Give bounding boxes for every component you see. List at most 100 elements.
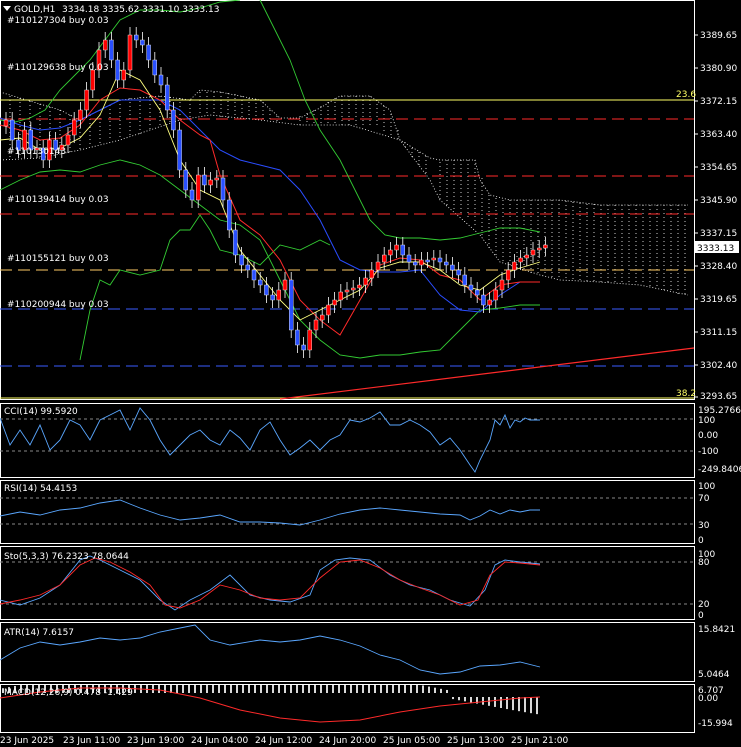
price-tick: 3293.65 [700,392,737,402]
candle-body [512,261,517,271]
candle-body [363,277,368,286]
rsi-pane: RSI(14) 54.4153 100 70 30 0 [0,482,715,546]
candle-body [499,279,505,291]
time-tick: 25 Jun 21:00 [511,736,568,746]
stoch-title: Sto(5,3,3) 76.2323 78.0644 [4,552,129,562]
order-labels: #110127304 buy 0.03 #110129638 buy 0.03 … [7,16,109,310]
rsi-tick: 70 [698,494,710,504]
candle-body [400,244,405,256]
cci-line [0,407,540,473]
candle-body [419,259,424,266]
candle-body [270,294,275,301]
price-tick: 3328.40 [700,262,737,272]
chart-header: GOLD,H1 3334.18 3335.62 3331.10 3333.13 [3,5,219,15]
candle-body [537,247,542,251]
cci-tick: 195.2766 [698,406,741,416]
candle-body [121,69,127,81]
candle-body [456,269,461,276]
stoch-tick: 0 [698,611,704,621]
price-tick: 3319.65 [700,295,737,305]
candle-body [450,264,455,271]
macd-tick: -15.994 [698,719,733,729]
price-tick: 3354.65 [700,163,737,173]
candle-body [518,257,523,263]
cci-tick: 0.00 [698,431,718,441]
candle-body [164,84,170,111]
candle-body [475,289,480,296]
rsi-tick: 30 [698,521,710,531]
symbol-dropdown-icon[interactable] [3,6,11,11]
price-tick: 3372.15 [700,97,737,107]
candle-body [481,294,486,306]
macd-pane: MACD(12,26,9) 0.478 -1.429 6.707 0.00 -1… [0,685,733,729]
candle-body [444,261,449,266]
candle-body [140,39,145,46]
candle-body [289,279,294,331]
order-label-6: #110200944 buy 0.03 [7,300,109,310]
candle-body [177,129,182,171]
macd-title: MACD(12,26,9) 0.478 -1.429 [4,688,133,698]
fib-bottom-label: 38.2 [676,389,696,399]
time-tick: 24 Jun 04:00 [191,736,248,746]
cci-title: CCI(14) 99.5920 [4,407,78,417]
order-label-1: #110127304 buy 0.03 [7,16,109,26]
candle-body [84,89,89,111]
candle-body [276,289,281,301]
candle-body [202,174,207,186]
time-tick: 23 Jun 2025 [0,736,54,746]
candle-body [332,299,337,306]
candle-body [239,254,244,266]
candle-body [301,344,306,351]
candle-body [357,284,362,289]
candle-body [258,279,263,286]
chart-canvas[interactable]: 23.6 38.2 #110127304 buy 0.03 #110129638… [0,0,741,747]
candle-body [158,74,164,86]
candle-body [406,254,412,263]
rsi-tick: 0 [698,536,704,546]
order-label-5: #110155121 buy 0.03 [7,254,109,264]
candle-body [127,34,133,71]
price-tick: 3389.65 [700,31,737,41]
price-tick: 3302.40 [700,361,737,371]
candle-body [425,259,430,263]
price-tick: 3345.90 [700,196,737,206]
price-tick: 3363.40 [700,130,737,140]
ichimoku-cloud [0,89,689,296]
candle-body [295,329,300,346]
candle-body [462,274,467,286]
candle-body [245,264,251,271]
price-tick: 3311.15 [700,328,737,338]
macd-tick: 0.00 [698,694,718,704]
candle-body [264,284,269,296]
chart-window: 23.6 38.2 #110127304 buy 0.03 #110129638… [0,0,741,747]
order-label-2: #110129638 buy 0.03 [7,63,109,73]
candle-body [487,299,492,306]
candle-body [214,177,220,181]
candle-body [307,329,312,351]
rsi-title: RSI(14) 54.4153 [4,484,77,494]
candle-body [282,279,288,291]
time-tick: 23 Jun 19:00 [127,736,184,746]
cci-tick: 100 [698,416,715,426]
candle-body [115,59,120,81]
candle-body [375,261,381,271]
ohlc-label: 3334.18 3335.62 3331.10 3333.13 [62,5,219,15]
time-tick: 24 Jun 12:00 [255,736,312,746]
candle-body [146,44,151,61]
candle-body [431,257,436,261]
cci-tick: -100 [698,447,719,457]
candle-body [189,189,195,201]
atr-tick: 15.8421 [698,625,735,635]
symbol-label: GOLD,H1 [14,5,55,15]
price-axis: 3389.65 3380.90 3372.15 3363.40 3354.65 … [694,31,739,402]
candle-body [437,257,443,263]
candle-body [524,254,529,259]
candle-body [220,177,226,201]
candle-body [394,244,399,251]
candle-body [152,59,158,76]
candle-body [320,314,325,321]
atr-tick: 5.0464 [698,670,730,680]
stoch-tick: 20 [698,600,710,610]
candle-body [468,284,474,291]
candle-body [109,39,114,61]
